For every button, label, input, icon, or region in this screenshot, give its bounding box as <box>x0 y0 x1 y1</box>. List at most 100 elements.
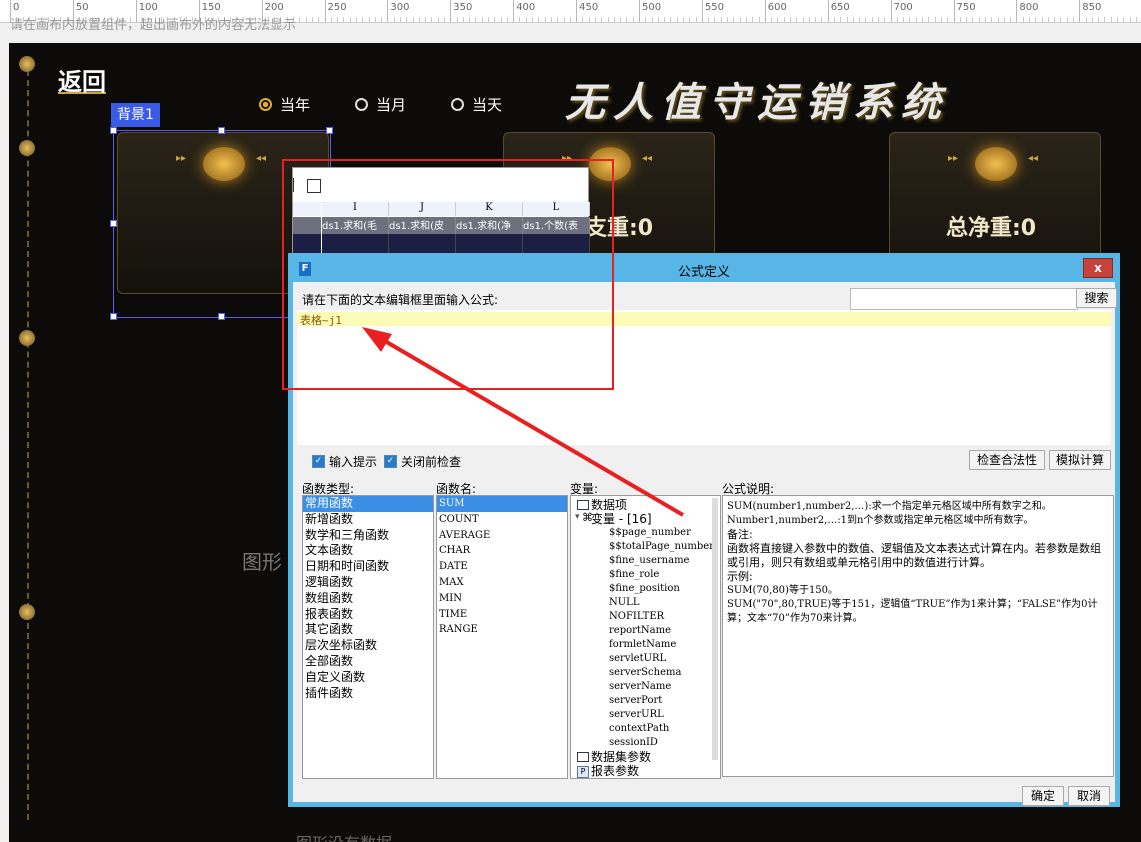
list-item[interactable]: 报表函数 <box>303 607 433 623</box>
list-item[interactable]: 插件函数 <box>303 686 433 702</box>
period-radio-day[interactable]: 当天 <box>451 94 502 115</box>
expand-arrow-icon[interactable]: ▾ <box>575 512 580 522</box>
list-item[interactable]: 数学和三角函数 <box>303 528 433 544</box>
ruler-minor-tick <box>607 17 609 22</box>
dataset-icon <box>577 500 589 510</box>
list-item[interactable]: COUNT <box>437 512 567 528</box>
tree-leaf[interactable]: NOFILTER <box>571 610 720 624</box>
cancel-button[interactable]: 取消 <box>1068 786 1110 806</box>
check-validity-button[interactable]: 检查合法性 <box>969 450 1045 470</box>
ruler-minor-tick <box>821 17 823 22</box>
period-radio-month[interactable]: 当月 <box>355 94 406 115</box>
tree-leaf[interactable]: serverSchema <box>571 666 720 680</box>
variable-tree[interactable]: 数据项 变量 - [16] $$page_number $$totalPage_… <box>570 495 721 779</box>
resize-handle[interactable] <box>110 127 117 134</box>
tree-leaf[interactable]: contextPath <box>571 722 720 736</box>
tree-leaf[interactable]: $$page_number <box>571 526 720 540</box>
ok-button[interactable]: 确定 <box>1022 786 1064 806</box>
ruler-tick: 300 <box>387 0 409 22</box>
tree-item-dataset-params[interactable]: 数据集参数 <box>571 750 720 764</box>
ruler-minor-tick <box>330 17 332 22</box>
tree-leaf[interactable]: reportName <box>571 624 720 638</box>
list-item[interactable]: 数组函数 <box>303 591 433 607</box>
ruler-minor-tick <box>368 17 370 22</box>
list-item[interactable]: AVERAGE <box>437 528 567 544</box>
tree-leaf[interactable]: serverPort <box>571 694 720 708</box>
ruler-minor-tick <box>1110 17 1112 22</box>
tree-leaf[interactable]: serverName <box>571 680 720 694</box>
list-item[interactable]: TIME <box>437 607 567 623</box>
function-name-list[interactable]: SUM COUNT AVERAGE CHAR DATE MAX MIN TIME… <box>436 495 568 779</box>
function-type-list[interactable]: 常用函数 新增函数 数学和三角函数 文本函数 日期和时间函数 逻辑函数 数组函数… <box>302 495 434 779</box>
chart-no-data-text: 图形没有数据 <box>296 830 392 842</box>
check-before-close-checkbox[interactable]: ✓ 关闭前检查 <box>384 453 461 470</box>
list-item[interactable]: 自定义函数 <box>303 670 433 686</box>
close-button[interactable]: x <box>1083 258 1113 278</box>
simulate-button[interactable]: 模拟计算 <box>1049 450 1111 470</box>
resize-handle[interactable] <box>326 127 333 134</box>
back-link[interactable]: 返回 <box>58 62 106 97</box>
resize-handle[interactable] <box>110 220 117 227</box>
period-radio-year[interactable]: 当年 <box>259 94 310 115</box>
ruler-minor-tick <box>1035 17 1037 22</box>
list-item[interactable]: CHAR <box>437 543 567 559</box>
radio-checked-icon <box>259 98 272 111</box>
tree-item-report-params[interactable]: 报表参数 <box>571 764 720 778</box>
tree-leaf[interactable]: sessionID <box>571 736 720 750</box>
ruler-minor-tick <box>444 17 445 22</box>
dashboard-title: 无人值守运销系统 <box>565 80 949 126</box>
tree-leaf[interactable]: $fine_position <box>571 582 720 596</box>
resize-handle[interactable] <box>218 313 225 320</box>
ruler-tick: 550 <box>701 0 724 22</box>
list-item[interactable]: 文本函数 <box>303 543 433 559</box>
ruler-minor-tick <box>425 17 427 22</box>
ruler-minor-tick <box>727 17 729 22</box>
list-item[interactable]: 日期和时间函数 <box>303 559 433 575</box>
list-item[interactable]: SUM <box>437 496 567 512</box>
input-hint-checkbox[interactable]: ✓ 输入提示 <box>312 453 377 470</box>
list-item[interactable]: 层次坐标函数 <box>303 638 433 654</box>
ruler-tick-label: 400 <box>516 2 536 13</box>
ruler-minor-tick <box>525 17 527 22</box>
tree-leaf[interactable]: $fine_username <box>571 554 720 568</box>
resize-handle[interactable] <box>110 313 117 320</box>
ruler-minor-tick <box>840 17 842 22</box>
ruler-minor-tick <box>381 17 383 22</box>
list-item[interactable]: 逻辑函数 <box>303 575 433 591</box>
list-item[interactable]: DATE <box>437 559 567 575</box>
list-item[interactable]: 全部函数 <box>303 654 433 670</box>
ruler-minor-tick <box>1010 17 1012 22</box>
list-item[interactable]: MIN <box>437 591 567 607</box>
tree-leaf[interactable]: formletName <box>571 638 720 652</box>
ruler-minor-tick <box>532 17 534 22</box>
tree-leaf[interactable]: $$totalPage_number <box>571 540 720 554</box>
resize-handle[interactable] <box>218 127 225 134</box>
ruler-minor-tick <box>311 17 313 22</box>
ruler-minor-tick <box>557 17 559 22</box>
function-search-input[interactable] <box>850 288 1078 310</box>
tree-item-variables[interactable]: 变量 - [16] <box>571 512 720 526</box>
list-item[interactable]: MAX <box>437 575 567 591</box>
tree-scrollbar[interactable] <box>712 498 718 760</box>
tree-leaf[interactable]: serverURL <box>571 708 720 722</box>
tree-item-data-item[interactable]: 数据项 <box>571 498 720 512</box>
ruler-minor-tick <box>903 17 905 22</box>
list-item[interactable]: 常用函数 <box>303 496 433 512</box>
ruler-tick-label: 550 <box>704 2 724 13</box>
tree-leaf[interactable]: servletURL <box>571 652 720 666</box>
tree-leaf[interactable]: NULL <box>571 596 720 610</box>
arrow-left-icon: ◂◂ <box>642 153 653 164</box>
ruler-tick-label: 500 <box>642 2 662 13</box>
ruler-minor-tick <box>865 17 867 22</box>
ruler-minor-tick <box>538 17 540 22</box>
search-button[interactable]: 搜索 <box>1076 288 1117 308</box>
list-item[interactable]: RANGE <box>437 622 567 638</box>
dataset-param-icon <box>577 752 589 762</box>
tree-leaf[interactable]: $fine_role <box>571 568 720 582</box>
ruler-minor-tick <box>959 17 961 22</box>
list-item[interactable]: 新增函数 <box>303 512 433 528</box>
selected-widget-label[interactable]: 背景1 <box>111 103 160 127</box>
ruler-minor-tick <box>966 17 968 22</box>
description-line: 备注: <box>727 528 753 541</box>
list-item[interactable]: 其它函数 <box>303 622 433 638</box>
